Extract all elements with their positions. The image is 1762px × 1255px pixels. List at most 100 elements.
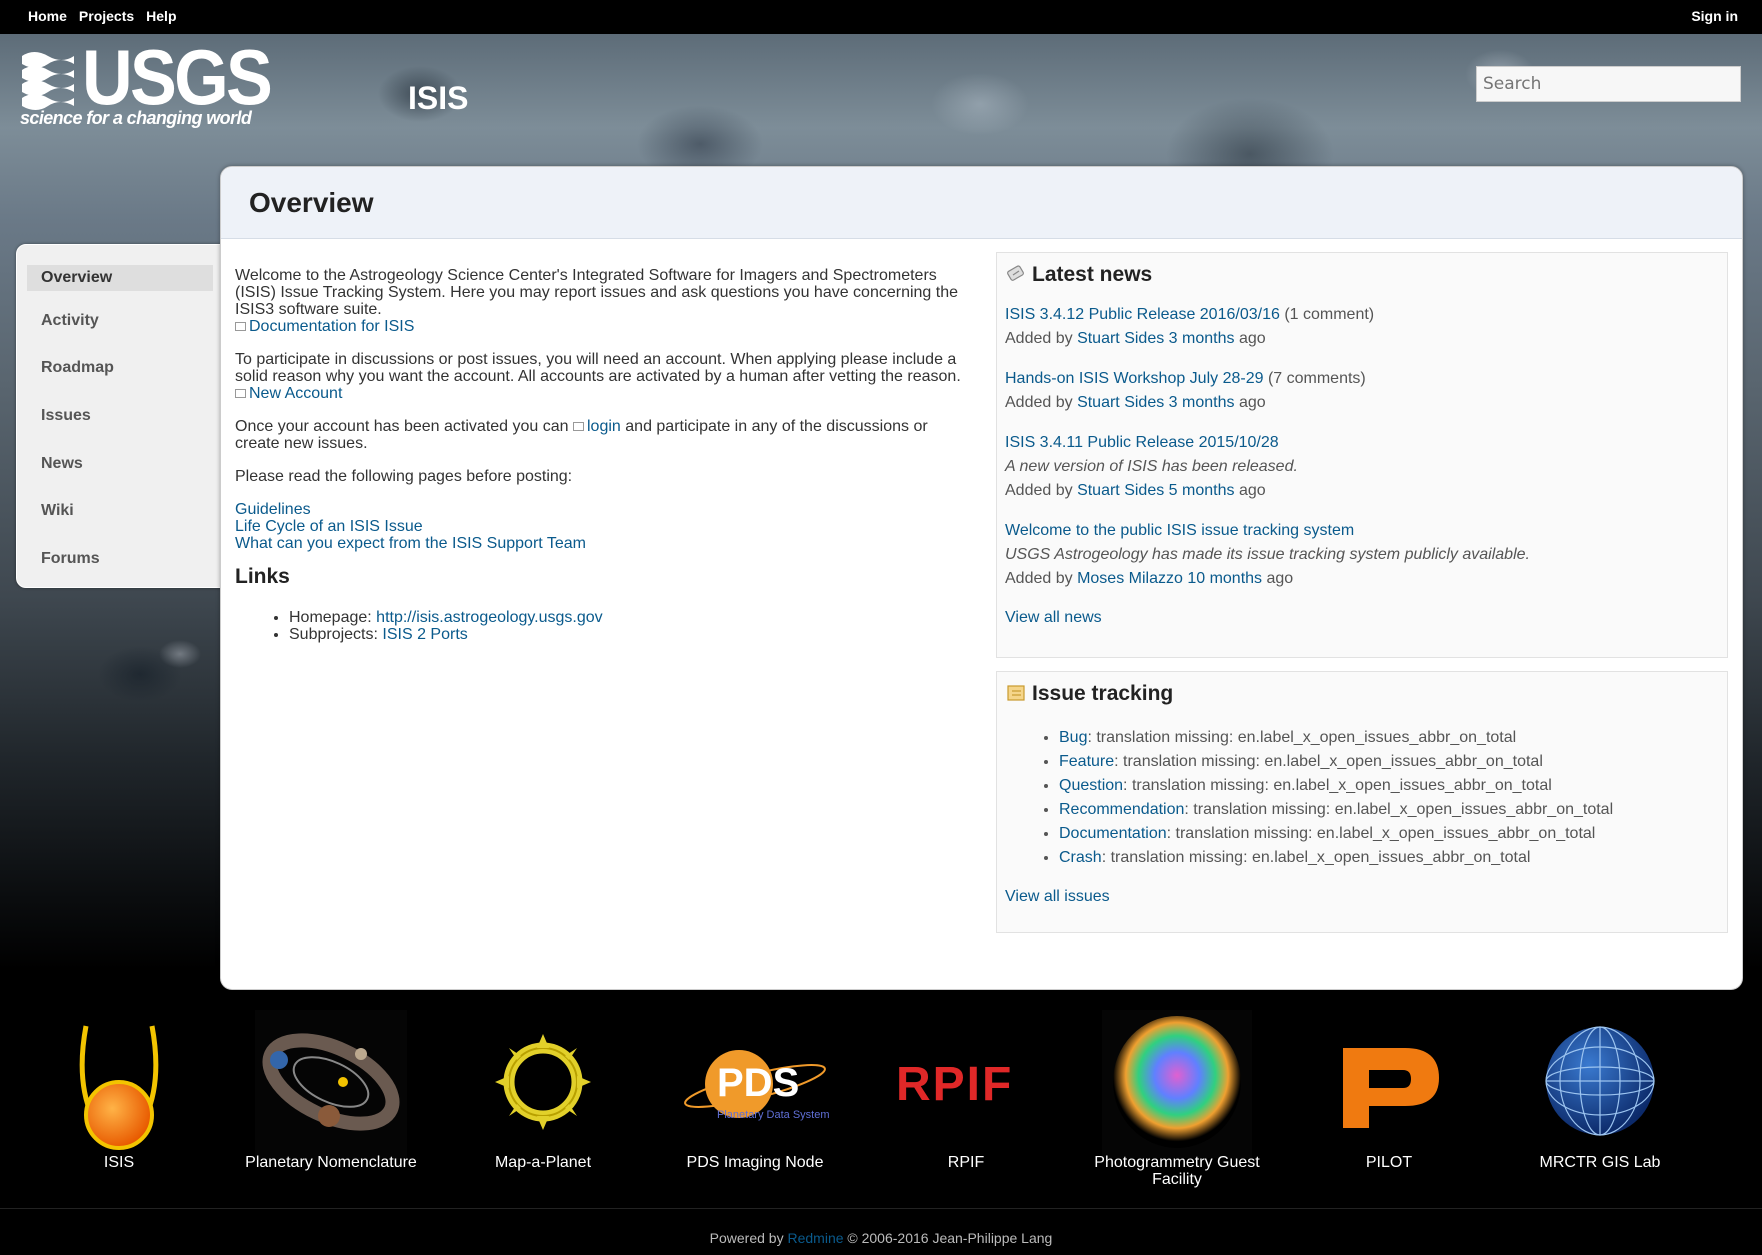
news-ago: ago [1238, 394, 1266, 411]
powered-by-text: Powered by [709, 1230, 784, 1246]
main-content: Overview Welcome to the Astrogeology Sci… [220, 166, 1743, 990]
external-link-icon [235, 389, 246, 398]
isis-logo-icon [79, 1025, 159, 1150]
page-title: Overview [249, 187, 374, 218]
sign-in-link[interactable]: Sign in [1691, 8, 1738, 24]
planetary-nomenclature-icon [255, 1010, 407, 1160]
redmine-link[interactable]: Redmine [787, 1230, 843, 1246]
tracker-documentation-link[interactable]: Documentation [1059, 825, 1167, 842]
news-author-link[interactable]: Stuart Sides [1077, 482, 1164, 499]
news-title-link[interactable]: ISIS 3.4.12 Public Release 2016/03/16 [1005, 306, 1280, 323]
subproject-link[interactable]: ISIS 2 Ports [382, 626, 467, 643]
news-title-link[interactable]: Hands-on ISIS Workshop July 28-29 [1005, 370, 1264, 387]
news-item: ISIS 3.4.11 Public Release 2015/10/28 A … [1005, 431, 1298, 503]
tracker-item: Recommendation: translation missing: en.… [1059, 798, 1613, 822]
tracker-item: Question: translation missing: en.label_… [1059, 774, 1613, 798]
footer-link-label: MRCTR GIS Lab [1539, 1154, 1661, 1171]
tracker-item: Crash: translation missing: en.label_x_o… [1059, 846, 1613, 870]
sidebar-item-overview[interactable]: Overview [27, 265, 213, 291]
photogrammetry-icon [1102, 1010, 1252, 1158]
project-title: ISIS [408, 80, 469, 116]
news-added-by: Added by [1005, 570, 1073, 587]
top-menu: Home Projects Help Sign in [0, 0, 1762, 34]
news-ago: ago [1238, 482, 1266, 499]
subprojects-item: Subprojects: ISIS 2 Ports [289, 626, 975, 643]
homepage-link[interactable]: http://isis.astrogeology.usgs.gov [376, 609, 603, 626]
usgs-waves-icon [22, 52, 74, 110]
view-all-news-link[interactable]: View all news [1005, 609, 1102, 627]
tracker-question-link[interactable]: Question [1059, 777, 1123, 794]
news-age-link[interactable]: 3 months [1169, 394, 1235, 411]
pds-logo-icon: PDS Planetary Data System [684, 1050, 829, 1121]
sidebar-item-wiki[interactable]: Wiki [27, 498, 213, 524]
login-link[interactable]: login [587, 418, 621, 435]
news-author-link[interactable]: Moses Milazzo [1077, 570, 1183, 587]
read-text: Please read the following pages before p… [235, 468, 573, 485]
tracker-item: Documentation: translation missing: en.l… [1059, 822, 1613, 846]
sidebar-item-issues[interactable]: Issues [27, 403, 213, 429]
login-text-before: Once your account has been activated you… [235, 418, 569, 435]
sidebar-item-activity[interactable]: Activity [27, 308, 213, 334]
documentation-link[interactable]: Documentation for ISIS [249, 318, 414, 335]
news-title-link[interactable]: ISIS 3.4.11 Public Release 2015/10/28 [1005, 434, 1279, 451]
news-age-link[interactable]: 5 months [1169, 482, 1235, 499]
news-author-link[interactable]: Stuart Sides [1077, 394, 1164, 411]
tracker-feature-link[interactable]: Feature [1059, 753, 1114, 770]
svg-text:PDS: PDS [717, 1061, 799, 1105]
footer-link-label: Planetary Nomenclature [245, 1154, 417, 1171]
subprojects-label: Subprojects: [289, 626, 378, 643]
footer-link-label: ISIS [103, 1154, 135, 1171]
news-summary: USGS Astrogeology has made its issue tra… [1005, 546, 1530, 563]
tracker-bug-link[interactable]: Bug [1059, 729, 1087, 746]
news-summary: A new version of ISIS has been released. [1005, 458, 1298, 475]
globe-icon [1545, 1026, 1655, 1136]
page-header: Overview [221, 167, 1742, 239]
footer-link-label: PDS Imaging Node [686, 1154, 824, 1171]
news-author-link[interactable]: Stuart Sides [1077, 330, 1164, 347]
help-link[interactable]: Help [146, 8, 176, 24]
latest-news-box: Latest news ISIS 3.4.12 Public Release 2… [996, 252, 1728, 658]
news-ago: ago [1238, 330, 1266, 347]
news-added-by: Added by [1005, 330, 1073, 347]
new-account-link[interactable]: New Account [249, 385, 342, 402]
news-added-by: Added by [1005, 482, 1073, 499]
tracker-crash-link[interactable]: Crash [1059, 849, 1102, 866]
account-text: To participate in discussions or post is… [235, 351, 961, 385]
news-age-link[interactable]: 10 months [1187, 570, 1262, 587]
search-input[interactable] [1476, 66, 1741, 102]
news-title-link[interactable]: Welcome to the public ISIS issue trackin… [1005, 522, 1354, 539]
intro-paragraph: Welcome to the Astrogeology Science Cent… [235, 267, 975, 335]
news-age-link[interactable]: 3 months [1169, 330, 1235, 347]
support-team-link[interactable]: What can you expect from the ISIS Suppor… [235, 535, 586, 552]
tracker-recommendation-link[interactable]: Recommendation [1059, 801, 1184, 818]
usgs-tagline: science for a changing world [20, 108, 252, 128]
tracker-count-text: : translation missing: en.label_x_open_i… [1166, 825, 1596, 842]
home-link[interactable]: Home [28, 8, 67, 24]
projects-link[interactable]: Projects [79, 8, 134, 24]
sidebar-item-roadmap[interactable]: Roadmap [27, 355, 213, 381]
homepage-item: Homepage: http://isis.astrogeology.usgs.… [289, 609, 975, 626]
links-list: Homepage: http://isis.astrogeology.usgs.… [289, 609, 975, 643]
news-added-by: Added by [1005, 394, 1073, 411]
login-paragraph: Once your account has been activated you… [235, 418, 975, 452]
svg-text:RPIF: RPIF [896, 1062, 1013, 1106]
sidebar-item-forums[interactable]: Forums [27, 546, 213, 572]
issue-tracking-icon [1007, 685, 1025, 701]
usgs-logo[interactable]: USGS science for a changing world [20, 38, 273, 130]
tracker-count-text: : translation missing: en.label_x_open_i… [1087, 729, 1517, 746]
news-icon [1007, 265, 1024, 281]
map-a-planet-icon [495, 1034, 591, 1130]
tracker-count-text: : translation missing: en.label_x_open_i… [1123, 777, 1552, 794]
sidebar-item-news[interactable]: News [27, 451, 213, 477]
footer-link-label: Map-a-Planet [494, 1154, 592, 1171]
tracker-item: Feature: translation missing: en.label_x… [1059, 750, 1613, 774]
tracker-count-text: : translation missing: en.label_x_open_i… [1114, 753, 1543, 770]
homepage-label: Homepage: [289, 609, 372, 626]
guide-links: Guidelines Life Cycle of an ISIS Issue W… [235, 501, 975, 552]
life-cycle-link[interactable]: Life Cycle of an ISIS Issue [235, 518, 423, 535]
view-all-issues-link[interactable]: View all issues [1005, 888, 1110, 906]
news-item: Welcome to the public ISIS issue trackin… [1005, 519, 1530, 591]
news-comments: (7 comments) [1267, 370, 1366, 387]
guidelines-link[interactable]: Guidelines [235, 501, 311, 518]
tracker-list: Bug: translation missing: en.label_x_ope… [1059, 726, 1613, 870]
